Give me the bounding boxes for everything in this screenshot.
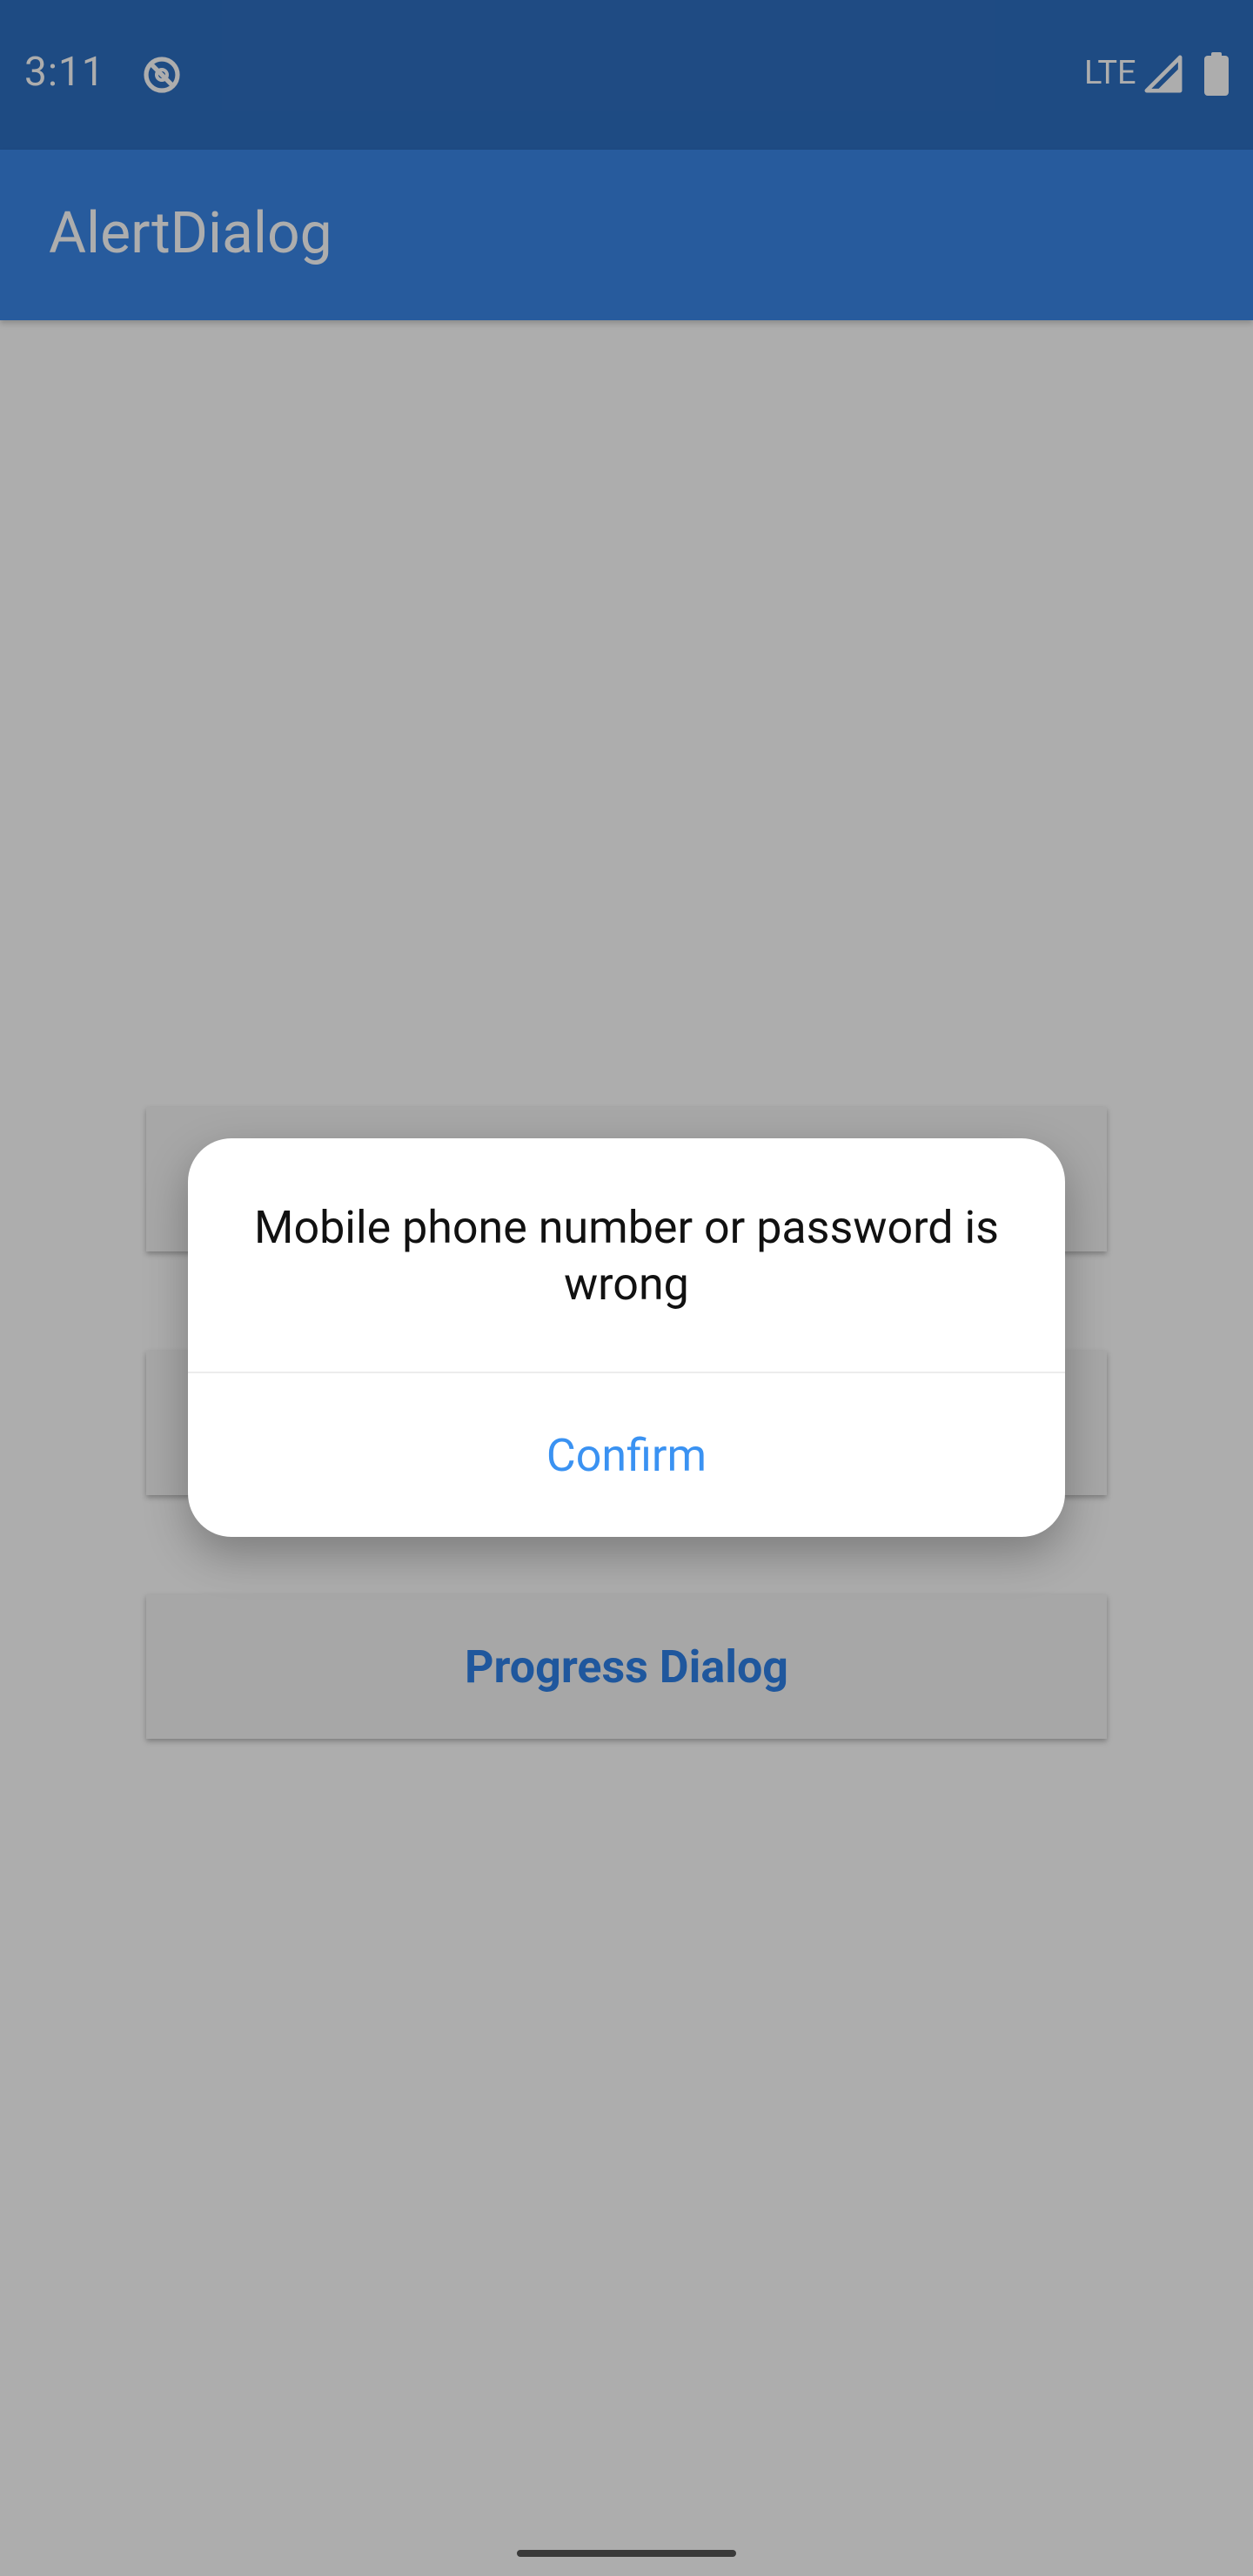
screen: 3:11 LTE AlertDialog Progress Dialog Mob… [0,0,1253,2576]
dialog-message: Mobile phone number or password is wrong [254,1201,999,1311]
home-indicator[interactable] [517,2550,736,2557]
confirm-button[interactable]: Confirm [188,1373,1065,1537]
alert-dialog: Mobile phone number or password is wrong… [188,1138,1065,1537]
